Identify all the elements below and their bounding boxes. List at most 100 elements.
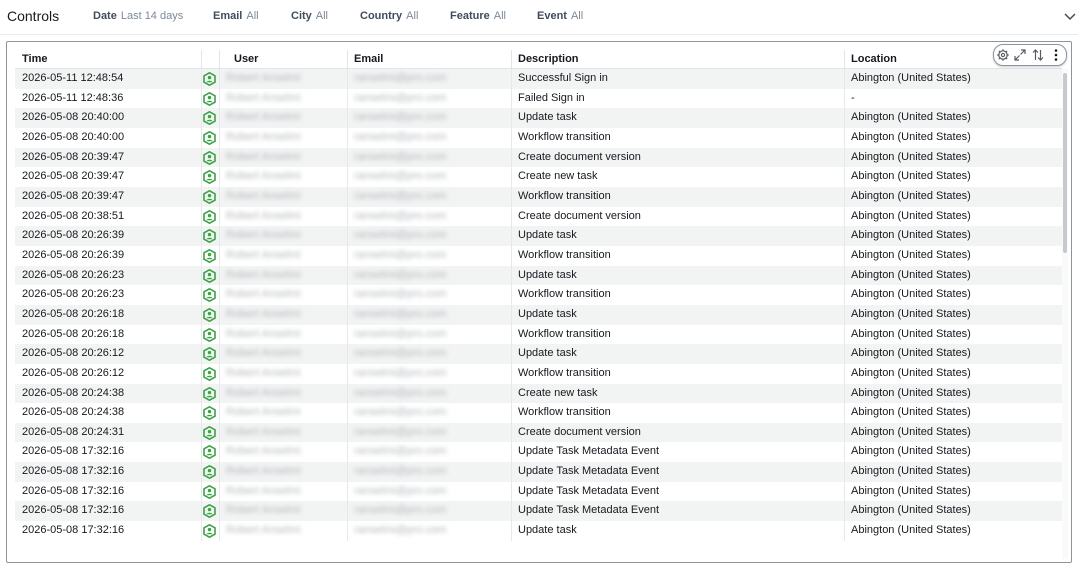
- column-divider: [201, 324, 202, 345]
- column-header-description[interactable]: Description: [511, 50, 844, 68]
- user-activity-icon: [203, 72, 216, 86]
- table-row[interactable]: 2026-05-08 20:26:12 Robert Anselmi ranselm…: [15, 363, 1062, 384]
- table-row[interactable]: 2026-05-08 20:26:18 Robert Anselmi ranselm…: [15, 304, 1062, 325]
- cell-description: Update task: [518, 307, 577, 320]
- table-row[interactable]: 2026-05-08 17:32:16 Robert Anselmi ranselm…: [15, 442, 1062, 463]
- cell-description: Update task: [518, 347, 577, 360]
- cell-user: Robert Anselmi: [226, 386, 301, 399]
- column-divider: [201, 186, 202, 207]
- table-body: 2026-05-11 12:48:54 Robert Anselmi ranselm…: [15, 69, 1062, 541]
- column-header-user[interactable]: User: [227, 50, 347, 68]
- cell-email: ranselmi@pro.com: [354, 406, 447, 419]
- filter-email-value: All: [246, 10, 259, 22]
- cell-description: Workflow transition: [518, 130, 611, 143]
- filter-email[interactable]: Email All: [213, 10, 259, 22]
- filter-event-value: All: [570, 10, 584, 22]
- table-row[interactable]: 2026-05-08 20:26:23 Robert Anselmi ranselm…: [15, 265, 1062, 286]
- filter-feature-value: All: [493, 10, 506, 22]
- cell-user: Robert Anselmi: [226, 347, 301, 360]
- cell-email: ranselmi@pro.com: [354, 72, 447, 84]
- cell-location: Abington (United States): [851, 327, 971, 340]
- settings-icon[interactable]: [996, 48, 1010, 62]
- cell-description: Update task: [518, 268, 577, 281]
- table-row[interactable]: 2026-05-08 20:26:39 Robert Anselmi ranselm…: [15, 245, 1062, 266]
- cell-user: Robert Anselmi: [226, 72, 301, 84]
- cell-email: ranselmi@pro.com: [354, 386, 447, 399]
- filter-date[interactable]: Date Last 14 days: [93, 10, 183, 22]
- filter-feature[interactable]: Feature All: [450, 10, 506, 22]
- table-row[interactable]: 2026-05-08 17:32:16 Robert Anselmi ranselm…: [15, 501, 1062, 522]
- cell-description: Update Task Metadata Event: [518, 484, 660, 497]
- filter-city[interactable]: City All: [291, 10, 328, 22]
- table-row[interactable]: 2026-05-11 12:48:54 Robert Anselmi ranselm…: [15, 69, 1062, 89]
- cell-user: Robert Anselmi: [226, 150, 301, 163]
- filter-event[interactable]: Event All: [537, 10, 583, 22]
- sort-icon[interactable]: [1031, 48, 1045, 62]
- filter-country-label: Country: [360, 10, 403, 22]
- table-row[interactable]: 2026-05-08 20:26:39 Robert Anselmi ranselm…: [15, 226, 1062, 246]
- filter-city-label: City: [291, 10, 312, 22]
- cell-user: Robert Anselmi: [226, 425, 301, 438]
- cell-location: Abington (United States): [851, 425, 971, 438]
- table-row[interactable]: 2026-05-08 20:39:47 Robert Anselmi ranselm…: [15, 186, 1062, 207]
- cell-user: Robert Anselmi: [226, 288, 301, 301]
- cell-location: Abington (United States): [851, 248, 971, 261]
- table-row[interactable]: 2026-05-08 20:26:23 Robert Anselmi ranselm…: [15, 285, 1062, 305]
- column-divider: [201, 442, 202, 463]
- cell-location: Abington (United States): [851, 170, 971, 183]
- expand-icon[interactable]: [1013, 48, 1027, 62]
- cell-time: 2026-05-08 17:32:16: [22, 445, 125, 458]
- user-activity-icon: [203, 288, 216, 303]
- table-row[interactable]: 2026-05-08 20:38:51 Robert Anselmi ranselm…: [15, 206, 1062, 227]
- column-divider: [201, 88, 202, 109]
- column-divider: [201, 167, 202, 187]
- cell-location: Abington (United States): [851, 111, 971, 124]
- cell-time: 2026-05-08 20:39:47: [22, 150, 125, 163]
- table-row[interactable]: 2026-05-08 20:26:18 Robert Anselmi ranselm…: [15, 324, 1062, 345]
- table-row[interactable]: 2026-05-08 17:32:16 Robert Anselmi ranselm…: [15, 481, 1062, 502]
- more-options-icon[interactable]: [1049, 48, 1063, 62]
- cell-email: ranselmi@pro.com: [354, 189, 447, 202]
- cell-user: Robert Anselmi: [226, 248, 301, 261]
- cell-user: Robert Anselmi: [226, 327, 301, 340]
- cell-user: Robert Anselmi: [226, 189, 301, 202]
- cell-time: 2026-05-08 20:26:18: [22, 307, 125, 320]
- cell-description: Update task: [518, 111, 577, 124]
- table-row[interactable]: 2026-05-08 20:24:38 Robert Anselmi ranselm…: [15, 383, 1062, 404]
- table-row[interactable]: 2026-05-08 20:24:38 Robert Anselmi ranselm…: [15, 403, 1062, 423]
- cell-location: Abington (United States): [851, 484, 971, 497]
- cell-description: Workflow transition: [518, 189, 611, 202]
- user-activity-icon: [203, 268, 216, 283]
- scrollbar-thumb[interactable]: [1063, 73, 1067, 253]
- user-activity-icon: [203, 484, 216, 499]
- cell-description: Update task: [518, 229, 577, 242]
- user-activity-icon: [203, 524, 216, 539]
- table-row[interactable]: 2026-05-08 17:32:16 Robert Anselmi ranselm…: [15, 521, 1062, 541]
- chevron-down-icon[interactable]: [1063, 9, 1077, 23]
- table-row[interactable]: 2026-05-08 20:39:47 Robert Anselmi ranselm…: [15, 167, 1062, 187]
- table-row[interactable]: 2026-05-08 20:40:00 Robert Anselmi ranselm…: [15, 108, 1062, 128]
- cell-user: Robert Anselmi: [226, 504, 301, 517]
- user-activity-icon: [203, 170, 216, 185]
- cell-user: Robert Anselmi: [226, 209, 301, 222]
- column-header-time[interactable]: Time: [15, 50, 201, 68]
- column-header-email[interactable]: Email: [347, 50, 511, 68]
- filter-country[interactable]: Country All: [360, 10, 418, 22]
- user-activity-icon: [203, 425, 216, 440]
- user-activity-icon: [203, 406, 216, 421]
- table-row[interactable]: 2026-05-08 17:32:16 Robert Anselmi ranselm…: [15, 462, 1062, 482]
- table-row[interactable]: 2026-05-08 20:39:47 Robert Anselmi ranselm…: [15, 147, 1062, 168]
- table-row[interactable]: 2026-05-08 20:24:31 Robert Anselmi ranselm…: [15, 422, 1062, 443]
- table-row[interactable]: 2026-05-11 12:48:36 Robert Anselmi ranselm…: [15, 88, 1062, 109]
- table-header: Time User Email Description Location: [15, 50, 1062, 69]
- user-activity-icon: [203, 91, 216, 106]
- table-row[interactable]: 2026-05-08 20:40:00 Robert Anselmi ranselm…: [15, 127, 1062, 148]
- table-row[interactable]: 2026-05-08 20:26:12 Robert Anselmi ranselm…: [15, 344, 1062, 364]
- visual-toolbar: [993, 44, 1067, 66]
- vertical-scrollbar[interactable]: [1062, 69, 1068, 559]
- cell-description: Create new task: [518, 386, 598, 399]
- cell-time: 2026-05-08 20:38:51: [22, 209, 125, 222]
- cell-description: Workflow transition: [518, 288, 611, 301]
- cell-user: Robert Anselmi: [226, 484, 301, 497]
- cell-time: 2026-05-08 17:32:16: [22, 524, 125, 537]
